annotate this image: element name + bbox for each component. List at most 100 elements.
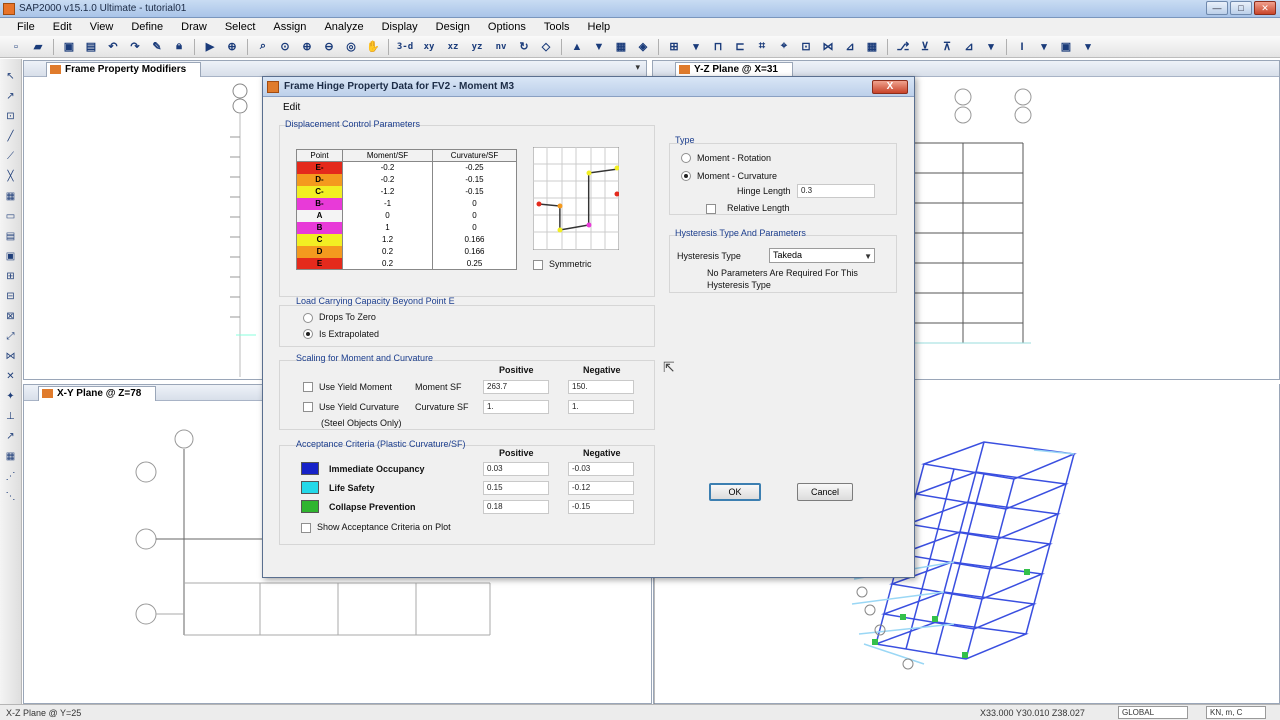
shadow-icon[interactable]: ◈	[633, 38, 653, 56]
refresh-icon[interactable]: ✎	[147, 38, 167, 56]
rotate-icon[interactable]: ↻	[514, 38, 534, 56]
lock-icon[interactable]: 🔒︎	[169, 38, 189, 56]
draw-rect-area-icon[interactable]: ▭	[3, 209, 19, 225]
snap-fine-grid-icon[interactable]: ▦	[3, 449, 19, 465]
show-forces-icon[interactable]: ⌖	[774, 38, 794, 56]
menu-edit[interactable]: Edit	[44, 21, 81, 33]
zoom-previous-icon[interactable]: ◎	[341, 38, 361, 56]
ok-button[interactable]: OK	[709, 483, 761, 501]
curvature-cell[interactable]: 0	[432, 221, 517, 234]
draw-frame-icon[interactable]: ╱	[3, 129, 19, 145]
dropdown-arrow-icon[interactable]: ▾	[1078, 38, 1098, 56]
show-virtual-work-icon[interactable]: ⊡	[796, 38, 816, 56]
select-previous-icon[interactable]: ⊟	[3, 289, 19, 305]
point-cell[interactable]: C	[296, 233, 343, 246]
draw-area-icon[interactable]: ▦	[3, 189, 19, 205]
snap-ends-icon[interactable]: ✕	[3, 369, 19, 385]
point-cell[interactable]: D	[296, 245, 343, 258]
table-row[interactable]: B10	[296, 221, 517, 234]
view-yz-button[interactable]: yz	[466, 38, 488, 56]
move-up-icon[interactable]: ▲	[567, 38, 587, 56]
zoom-out-icon[interactable]: ⊖	[319, 38, 339, 56]
menu-tools[interactable]: Tools	[535, 21, 579, 33]
point-cell[interactable]: D-	[296, 173, 343, 186]
dropdown-arrow-icon[interactable]: ▾	[686, 38, 706, 56]
undo-icon[interactable]: ↶	[103, 38, 123, 56]
clear-selection-icon[interactable]: ⊠	[3, 309, 19, 325]
zoom-all-icon[interactable]: ⊙	[275, 38, 295, 56]
menu-analyze[interactable]: Analyze	[315, 21, 372, 33]
menu-file[interactable]: File	[8, 21, 44, 33]
minimize-button[interactable]: —	[1206, 1, 1228, 15]
point-cell[interactable]: E-	[296, 161, 343, 174]
menu-select[interactable]: Select	[216, 21, 265, 33]
moment-cell[interactable]: 1.2	[342, 233, 433, 246]
moment-cell[interactable]: 0.2	[342, 245, 433, 258]
table-row[interactable]: D 0.2 0.166	[296, 245, 517, 258]
maximize-button[interactable]: □	[1230, 1, 1252, 15]
use-yield-curvature-checkbox[interactable]	[303, 402, 313, 412]
moment-cell[interactable]: -0.2	[342, 173, 433, 186]
dropdown-arrow-icon[interactable]: ▾	[981, 38, 1001, 56]
redo-icon[interactable]: ↷	[125, 38, 145, 56]
is-extrapolated-radio[interactable]	[303, 329, 313, 339]
save-icon[interactable]: ▣	[59, 38, 79, 56]
dialog-menu-edit[interactable]: Edit	[283, 102, 300, 113]
design-icon[interactable]: ⎇	[893, 38, 913, 56]
dropdown-arrow-icon[interactable]: ▾	[1034, 38, 1054, 56]
grid-icon[interactable]: ▣	[1056, 38, 1076, 56]
menu-assign[interactable]: Assign	[264, 21, 315, 33]
show-acceptance-checkbox[interactable]	[301, 523, 311, 533]
snap-lines-icon[interactable]: ↗	[3, 429, 19, 445]
snap-joints-icon[interactable]: ⋈	[3, 349, 19, 365]
moment-cell[interactable]: 0.2	[342, 257, 433, 270]
menu-display[interactable]: Display	[373, 21, 427, 33]
close-window-button[interactable]: ✕	[1254, 1, 1276, 15]
menu-help[interactable]: Help	[579, 21, 620, 33]
cancel-button[interactable]: Cancel	[797, 483, 853, 501]
menu-draw[interactable]: Draw	[172, 21, 216, 33]
table-row[interactable]: E- -0.2 -0.25	[296, 161, 517, 174]
moment-rotation-radio[interactable]	[681, 153, 691, 163]
snap-intersections-icon[interactable]: ✦	[3, 389, 19, 405]
open-file-icon[interactable]: ▰	[28, 38, 48, 56]
quick-draw-frame-icon[interactable]: ⟋	[3, 149, 19, 165]
panel-menu-arrow-icon[interactable]: ▾	[635, 62, 640, 73]
moment-sf-positive-input[interactable]: 263.7	[483, 380, 549, 394]
menu-view[interactable]: View	[81, 21, 123, 33]
moment-cell[interactable]: 0	[342, 209, 433, 222]
text-cursor-icon[interactable]: I	[1012, 38, 1032, 56]
curvature-sf-positive-input[interactable]: 1.	[483, 400, 549, 414]
table-row[interactable]: B- -1 0	[296, 197, 517, 210]
hysteresis-type-select[interactable]: Takeda ▼	[769, 248, 875, 263]
view-xy-button[interactable]: xy	[418, 38, 440, 56]
use-yield-moment-checkbox[interactable]	[303, 382, 313, 392]
show-deformed-icon[interactable]: ⌗	[752, 38, 772, 56]
draw-brace-icon[interactable]: ╳	[3, 169, 19, 185]
moment-cell[interactable]: -1	[342, 197, 433, 210]
moment-cell[interactable]: -1.2	[342, 185, 433, 198]
point-cell[interactable]: E	[296, 257, 343, 270]
view-xz-button[interactable]: xz	[442, 38, 464, 56]
reshape-icon[interactable]: ↗	[3, 89, 19, 105]
displacement-table[interactable]: Point Moment/SF Curvature/SF E- -0.2 -0.25…	[296, 149, 517, 270]
curvature-cell[interactable]: -0.15	[432, 173, 517, 186]
symmetric-checkbox[interactable]	[533, 260, 543, 270]
drops-to-zero-radio[interactable]	[303, 313, 313, 323]
tab-yz-plane[interactable]: Y-Z Plane @ X=31	[675, 62, 793, 77]
curvature-cell[interactable]: 0	[432, 209, 517, 222]
ls-negative-input[interactable]: -0.12	[568, 481, 634, 495]
show-loads-icon[interactable]: ⊏	[730, 38, 750, 56]
menu-options[interactable]: Options	[479, 21, 535, 33]
select-all-icon[interactable]: ⊞	[3, 269, 19, 285]
point-cell[interactable]: B-	[296, 197, 343, 210]
moment-cell[interactable]: -0.2	[342, 161, 433, 174]
draw-solid-icon[interactable]: ▣	[3, 249, 19, 265]
io-negative-input[interactable]: -0.03	[568, 462, 634, 476]
curvature-cell[interactable]: -0.15	[432, 185, 517, 198]
table-row[interactable]: E 0.2 0.25	[296, 257, 517, 270]
moment-cell[interactable]: 1	[342, 221, 433, 234]
pan-icon[interactable]: ✋	[363, 38, 383, 56]
tab-xy-plane[interactable]: X-Y Plane @ Z=78	[38, 386, 157, 401]
tab-frame-property-modifiers[interactable]: Frame Property Modifiers	[46, 62, 202, 77]
